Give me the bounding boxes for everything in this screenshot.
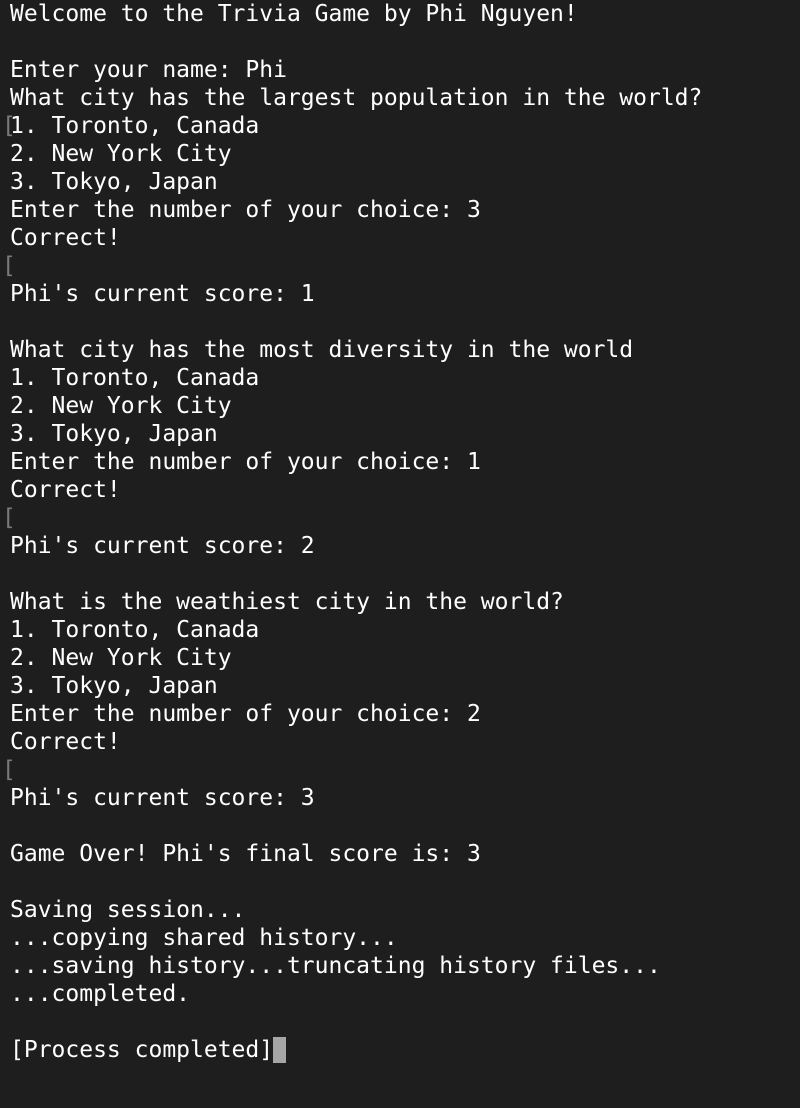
q3-option-1-text: 1. Toronto, Canada bbox=[10, 617, 260, 643]
process-completed-line: [Process completed] bbox=[10, 1036, 800, 1064]
copying-history-text: ...copying shared history... bbox=[10, 925, 398, 951]
q2-result-line: Correct! bbox=[10, 476, 800, 504]
score-3-line: Phi's current score: 3 bbox=[10, 784, 800, 812]
q1-choice-line: Enter the number of your choice: 3 bbox=[10, 196, 800, 224]
q1-option-3-text: 3. Tokyo, Japan bbox=[10, 169, 218, 195]
process-completed-text: [Process completed] bbox=[10, 1037, 274, 1063]
question-1-text: What city has the largest population in … bbox=[10, 85, 703, 111]
blank-line: [ bbox=[2, 504, 800, 532]
score-1-line: Phi's current score: 1 bbox=[10, 280, 800, 308]
q1-option-1-text: 1. Toronto, Canada bbox=[10, 113, 260, 139]
question-2-text: What city has the most diversity in the … bbox=[10, 337, 634, 363]
q2-option-3-text: 3. Tokyo, Japan bbox=[10, 421, 218, 447]
prompt-mark-icon: [ bbox=[2, 757, 16, 783]
saving-history-text: ...saving history...truncating history f… bbox=[10, 953, 661, 979]
q1-option-1-line: [1. Toronto, Canada bbox=[2, 112, 800, 140]
q2-result-text: Correct! bbox=[10, 477, 121, 503]
q2-option-3-line: 3. Tokyo, Japan bbox=[10, 420, 800, 448]
q2-choice-line: Enter the number of your choice: 1 bbox=[10, 448, 800, 476]
q3-option-2-line: 2. New York City bbox=[10, 644, 800, 672]
q3-result-text: Correct! bbox=[10, 729, 121, 755]
q3-option-1-line: 1. Toronto, Canada bbox=[10, 616, 800, 644]
game-over-line: Game Over! Phi's final score is: 3 bbox=[10, 840, 800, 868]
q3-option-3-text: 3. Tokyo, Japan bbox=[10, 673, 218, 699]
welcome-line: Welcome to the Trivia Game by Phi Nguyen… bbox=[10, 0, 800, 28]
q1-option-2-line: 2. New York City bbox=[10, 140, 800, 168]
score-2-text: Phi's current score: 2 bbox=[10, 533, 315, 559]
game-over-text: Game Over! Phi's final score is: 3 bbox=[10, 841, 481, 867]
completed-line: ...completed. bbox=[10, 980, 800, 1008]
q3-result-line: Correct! bbox=[10, 728, 800, 756]
copying-history-line: ...copying shared history... bbox=[10, 924, 800, 952]
welcome-text: Welcome to the Trivia Game by Phi Nguyen… bbox=[10, 1, 578, 27]
q2-option-1-line: 1. Toronto, Canada bbox=[10, 364, 800, 392]
q2-option-2-line: 2. New York City bbox=[10, 392, 800, 420]
q2-option-2-text: 2. New York City bbox=[10, 393, 232, 419]
score-1-text: Phi's current score: 1 bbox=[10, 281, 315, 307]
question-3-line: What is the weathiest city in the world? bbox=[10, 588, 800, 616]
name-prompt-text: Enter your name: Phi bbox=[10, 57, 287, 83]
q1-choice-text: Enter the number of your choice: 3 bbox=[10, 197, 481, 223]
completed-text: ...completed. bbox=[10, 981, 191, 1007]
q2-option-1-text: 1. Toronto, Canada bbox=[10, 365, 260, 391]
question-1-line: What city has the largest population in … bbox=[10, 84, 800, 112]
question-2-line: What city has the most diversity in the … bbox=[10, 336, 800, 364]
question-3-text: What is the weathiest city in the world? bbox=[10, 589, 564, 615]
q1-option-3-line: 3. Tokyo, Japan bbox=[10, 168, 800, 196]
q3-option-3-line: 3. Tokyo, Japan bbox=[10, 672, 800, 700]
prompt-mark-icon: [ bbox=[2, 113, 16, 139]
blank-line: [ bbox=[2, 252, 800, 280]
saving-session-line: Saving session... bbox=[10, 896, 800, 924]
block-cursor bbox=[273, 1037, 287, 1063]
q1-option-2-text: 2. New York City bbox=[10, 141, 232, 167]
q2-choice-text: Enter the number of your choice: 1 bbox=[10, 449, 481, 475]
q3-choice-text: Enter the number of your choice: 2 bbox=[10, 701, 481, 727]
terminal-output[interactable]: Welcome to the Trivia Game by Phi Nguyen… bbox=[2, 0, 800, 1108]
score-3-text: Phi's current score: 3 bbox=[10, 785, 315, 811]
q1-result-text: Correct! bbox=[10, 225, 121, 251]
prompt-mark-icon: [ bbox=[2, 505, 16, 531]
saving-history-line: ...saving history...truncating history f… bbox=[10, 952, 800, 980]
q1-result-line: Correct! bbox=[10, 224, 800, 252]
blank-line: [ bbox=[2, 756, 800, 784]
saving-session-text: Saving session... bbox=[10, 897, 246, 923]
score-2-line: Phi's current score: 2 bbox=[10, 532, 800, 560]
q3-option-2-text: 2. New York City bbox=[10, 645, 232, 671]
name-prompt-line: Enter your name: Phi bbox=[10, 56, 800, 84]
q3-choice-line: Enter the number of your choice: 2 bbox=[10, 700, 800, 728]
prompt-mark-icon: [ bbox=[2, 253, 16, 279]
